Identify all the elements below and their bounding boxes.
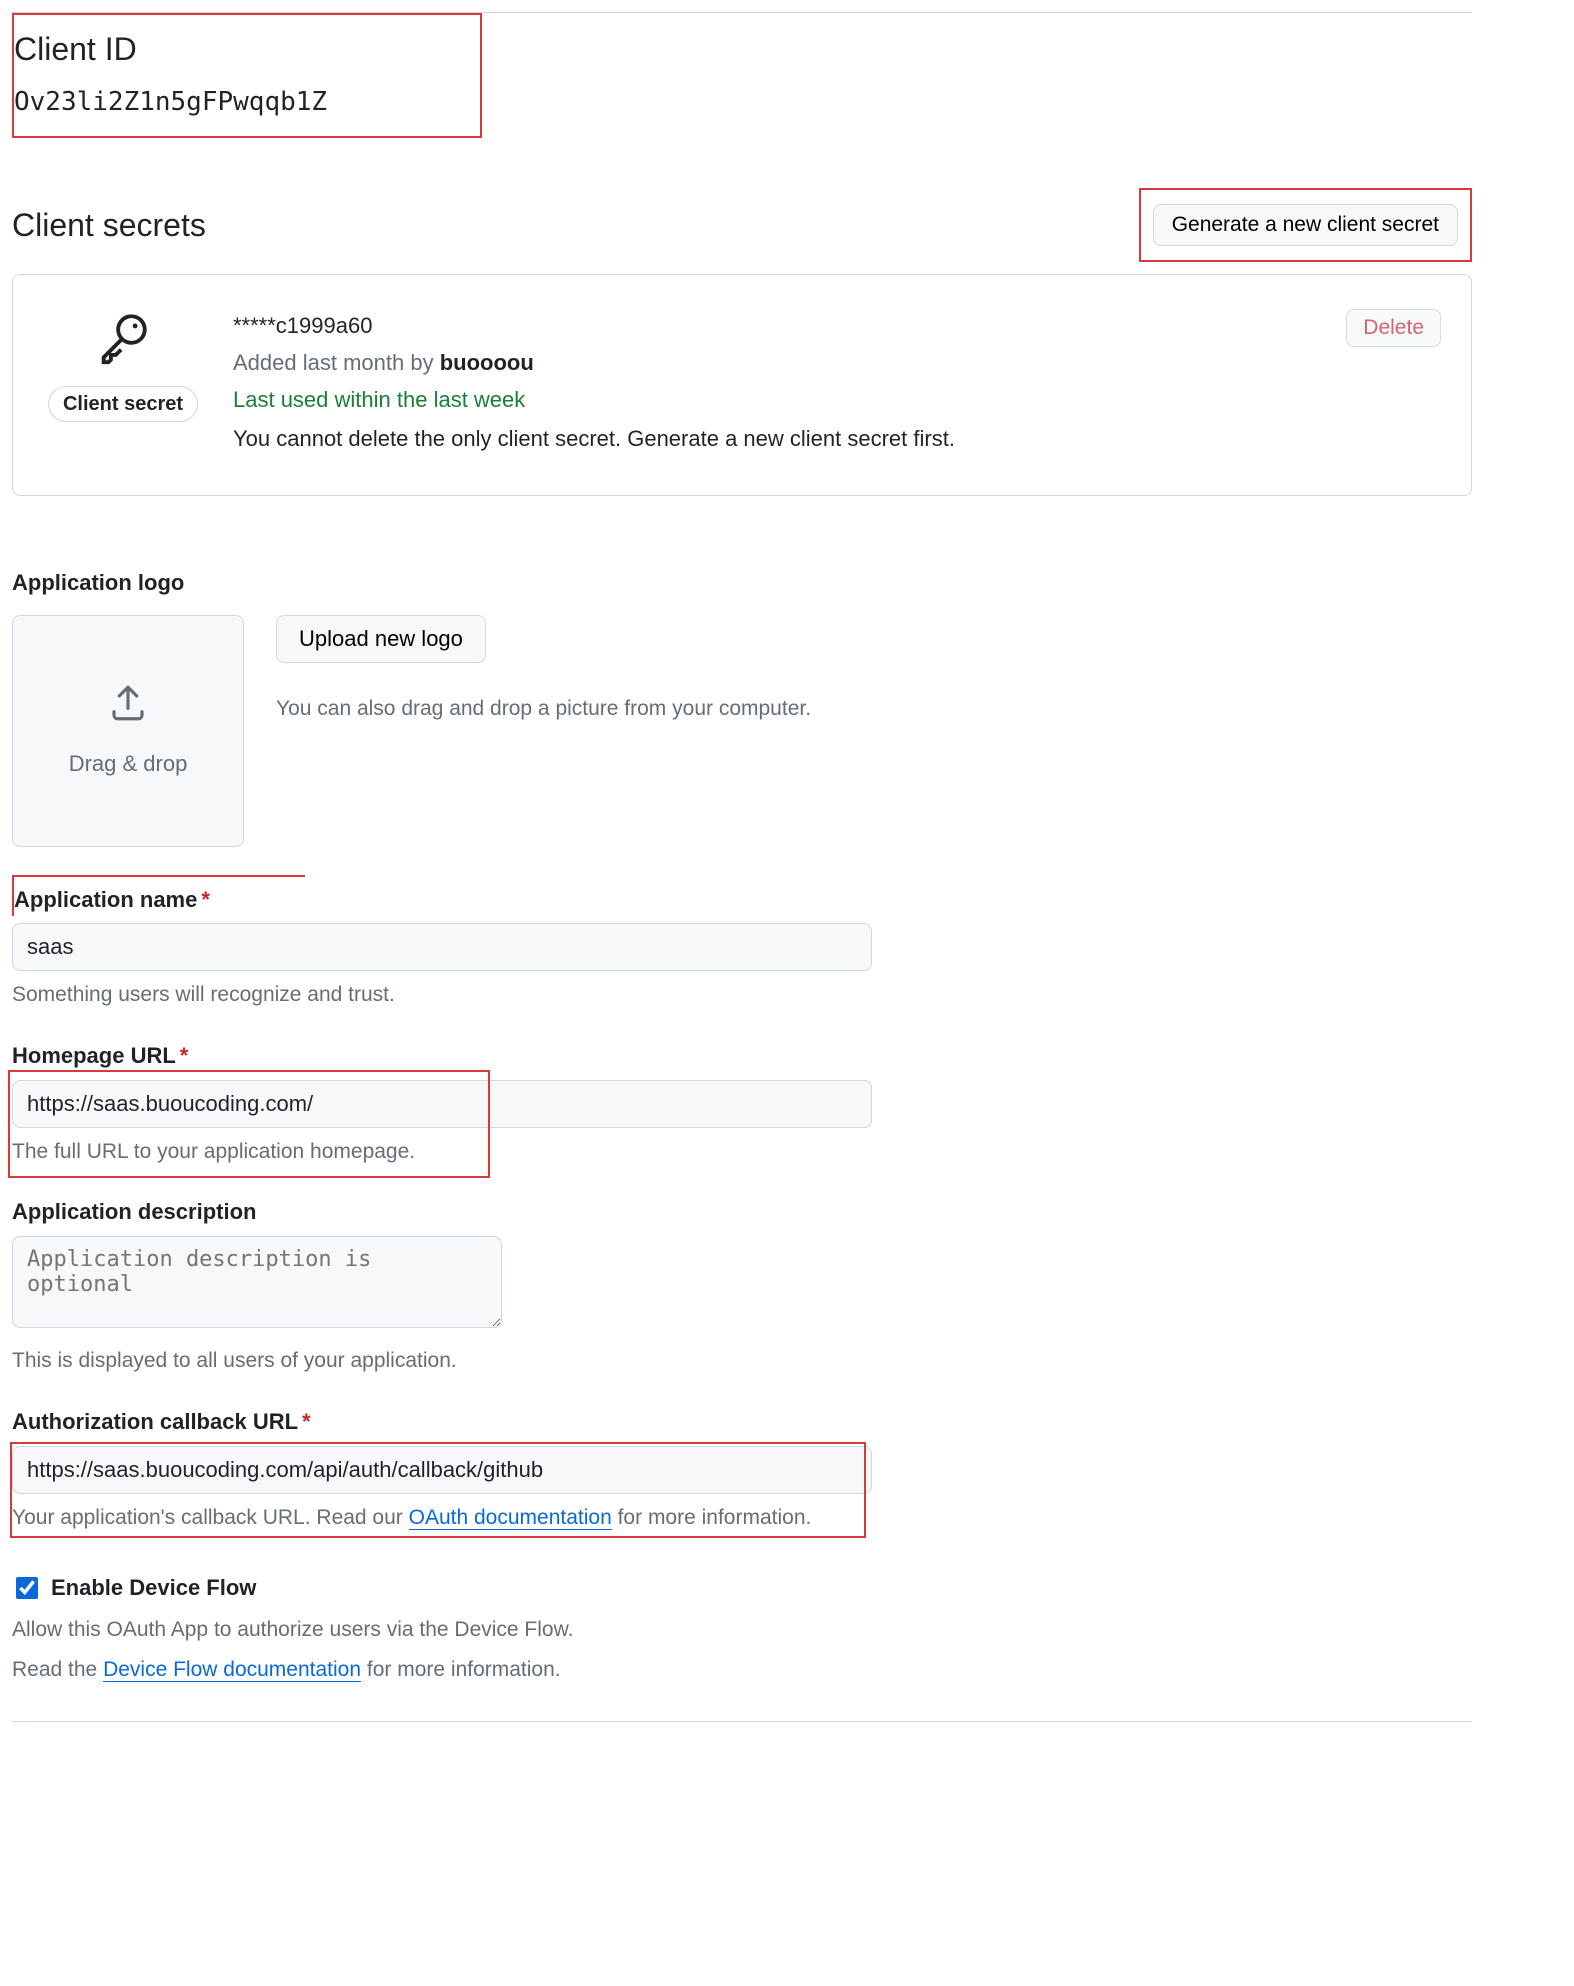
generate-client-secret-button[interactable]: Generate a new client secret — [1153, 204, 1458, 246]
homepage-url-input[interactable] — [12, 1080, 872, 1128]
upload-new-logo-button[interactable]: Upload new logo — [276, 615, 486, 663]
client-secrets-header: Client secrets Generate a new client sec… — [12, 188, 1472, 262]
homepage-url-label: Homepage URL* — [12, 1039, 1472, 1072]
required-marker: * — [180, 1043, 189, 1068]
device-flow-docs-link[interactable]: Device Flow documentation — [103, 1658, 361, 1682]
oauth-app-settings: Client ID Ov23li2Z1n5gFPwqqb1Z Client se… — [12, 12, 1472, 1722]
oauth-docs-link[interactable]: OAuth documentation — [409, 1506, 612, 1530]
callback-url-hint: Your application's callback URL. Read ou… — [12, 1502, 1472, 1534]
application-description-field: Application description This is displaye… — [12, 1195, 1472, 1377]
client-secret-chip: Client secret — [48, 386, 198, 422]
required-marker: * — [302, 1409, 311, 1434]
client-secret-added-user: buoooou — [440, 350, 534, 375]
application-name-label: Application name* — [14, 883, 305, 916]
client-id-value: Ov23li2Z1n5gFPwqqb1Z — [14, 83, 480, 122]
client-secret-card: Client secret *****c1999a60 Added last m… — [12, 274, 1472, 496]
callback-url-label: Authorization callback URL* — [12, 1405, 1472, 1438]
application-description-label: Application description — [12, 1195, 1472, 1228]
required-marker: * — [201, 887, 210, 912]
homepage-url-hint: The full URL to your application homepag… — [12, 1136, 1472, 1168]
client-secret-last-used: Last used within the last week — [233, 383, 1316, 416]
callback-url-input[interactable] — [12, 1446, 872, 1494]
dropzone-label: Drag & drop — [69, 747, 188, 780]
application-name-input[interactable] — [12, 923, 872, 971]
application-logo-heading: Application logo — [12, 566, 1472, 599]
client-id-block: Client ID Ov23li2Z1n5gFPwqqb1Z — [12, 13, 482, 138]
application-logo-section: Application logo Drag & drop Upload new … — [12, 566, 1472, 847]
client-secret-added: Added last month by buoooou — [233, 346, 1316, 379]
client-id-label: Client ID — [14, 25, 480, 73]
enable-device-flow-label: Enable Device Flow — [51, 1571, 256, 1604]
device-flow-hint-2: Read the Device Flow documentation for m… — [12, 1654, 1472, 1686]
callback-url-field: Authorization callback URL* Your applica… — [12, 1405, 1472, 1534]
logo-dropzone[interactable]: Drag & drop — [12, 615, 244, 847]
client-secret-delete-warning: You cannot delete the only client secret… — [233, 422, 1316, 455]
key-icon — [94, 309, 152, 376]
delete-client-secret-button[interactable]: Delete — [1346, 309, 1441, 347]
generate-secret-highlight: Generate a new client secret — [1139, 188, 1472, 262]
application-description-input[interactable] — [12, 1236, 502, 1328]
divider — [12, 1721, 1472, 1722]
client-secret-value: *****c1999a60 — [233, 309, 1316, 342]
application-name-field: Application name* — [12, 875, 305, 916]
application-name-hint: Something users will recognize and trust… — [12, 979, 1472, 1011]
enable-device-flow-checkbox[interactable] — [16, 1577, 38, 1599]
upload-icon — [107, 682, 149, 747]
device-flow-hint-1: Allow this OAuth App to authorize users … — [12, 1614, 1472, 1646]
homepage-url-field: Homepage URL* The full URL to your appli… — [12, 1039, 1472, 1168]
client-secrets-heading: Client secrets — [12, 201, 206, 249]
enable-device-flow-row: Enable Device Flow — [12, 1571, 1472, 1604]
application-description-hint: This is displayed to all users of your a… — [12, 1345, 1472, 1377]
logo-hint: You can also drag and drop a picture fro… — [276, 693, 811, 725]
